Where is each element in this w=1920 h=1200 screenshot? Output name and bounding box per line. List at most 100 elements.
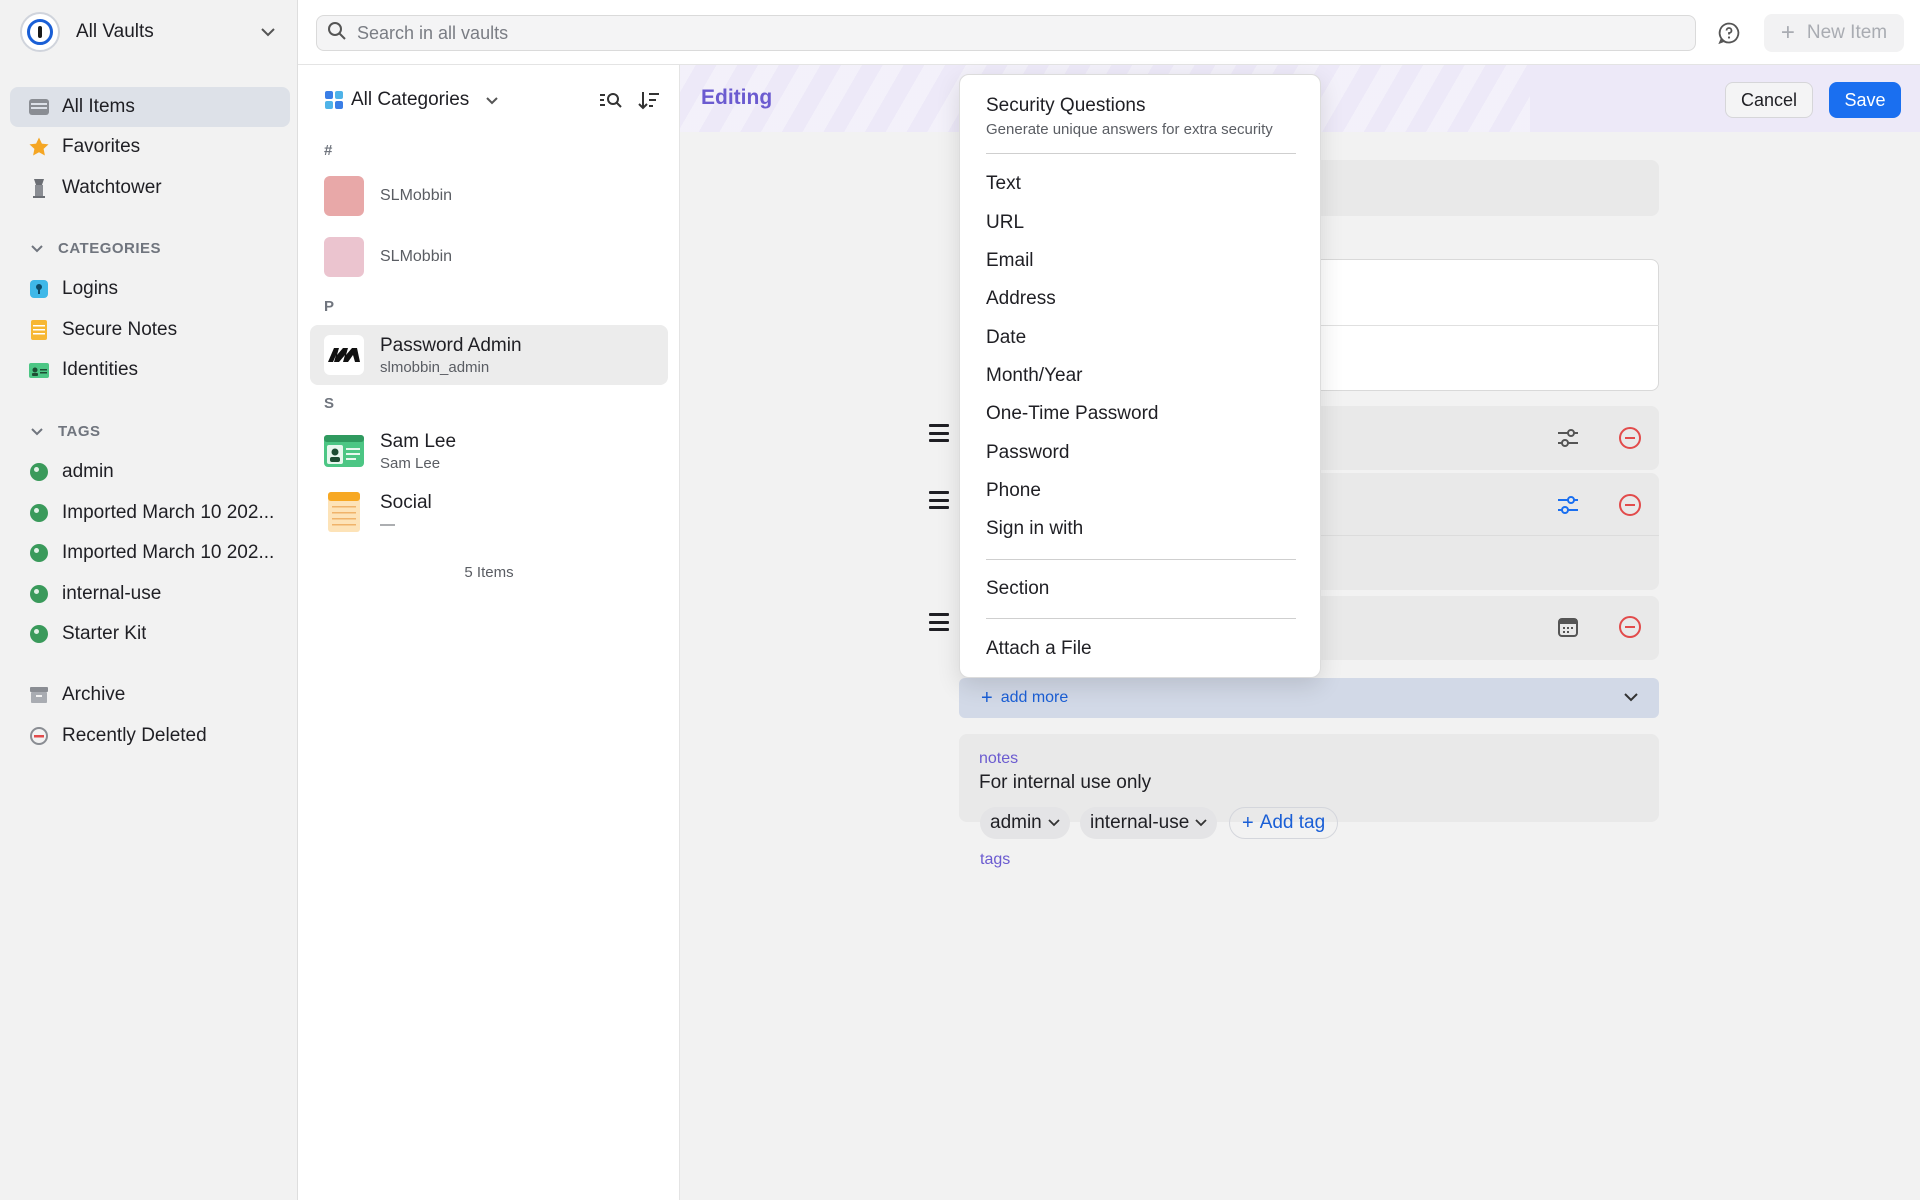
sidebar-item-label: Imported March 10 202...: [62, 542, 275, 563]
menu-item-section[interactable]: Section: [986, 578, 1049, 600]
category-filter-dropdown[interactable]: All Categories: [325, 86, 499, 114]
list-item[interactable]: SLMobbin: [310, 166, 668, 226]
menu-item-security-questions[interactable]: Security Questions Generate unique answe…: [986, 95, 1273, 138]
sidebar-item-tag-starter-kit[interactable]: Starter Kit: [10, 614, 290, 654]
sidebar-item-logins[interactable]: Logins: [10, 269, 290, 309]
menu-item-attach-file[interactable]: Attach a File: [986, 638, 1092, 660]
add-tag-button[interactable]: + Add tag: [1229, 807, 1339, 839]
vault-name: All Vaults: [76, 21, 154, 42]
cancel-button[interactable]: Cancel: [1725, 82, 1813, 118]
sidebar-item-archive[interactable]: Archive: [10, 675, 290, 715]
categories-grid-icon: [325, 91, 343, 109]
remove-field-button[interactable]: [1619, 616, 1641, 638]
search-input[interactable]: [357, 22, 1657, 44]
menu-item-date[interactable]: Date: [986, 327, 1026, 349]
recently-deleted-icon: [28, 725, 50, 747]
tag-chip-internal-use[interactable]: internal-use: [1080, 807, 1218, 839]
menu-item-sign-in-with[interactable]: Sign in with: [986, 518, 1083, 540]
menu-item-password[interactable]: Password: [986, 442, 1069, 464]
tag-icon: [28, 583, 50, 605]
sidebar-item-tag-internal-use[interactable]: internal-use: [10, 574, 290, 614]
sort-button[interactable]: [634, 85, 664, 115]
item-thumbnail: [324, 176, 364, 216]
list-item[interactable]: Sam Lee Sam Lee: [310, 421, 668, 481]
item-thumbnail: [324, 237, 364, 277]
drag-handle-icon[interactable]: [929, 491, 949, 509]
menu-item-one-time-password[interactable]: One-Time Password: [986, 403, 1158, 425]
section-heading-label: TAGS: [58, 422, 101, 440]
drag-handle-icon[interactable]: [929, 424, 949, 442]
new-item-button[interactable]: + New Item: [1764, 14, 1904, 52]
archive-box-icon: [28, 684, 50, 706]
item-subtitle: slmobbin_admin: [380, 358, 490, 376]
mobbin-logo-icon: [324, 335, 364, 375]
menu-item-phone[interactable]: Phone: [986, 480, 1041, 502]
calendar-icon: [1558, 618, 1578, 637]
editing-label: Editing: [701, 86, 773, 109]
help-question-icon: [1718, 22, 1740, 45]
sidebar-item-tag-admin[interactable]: admin: [10, 452, 290, 492]
remove-field-button[interactable]: [1619, 427, 1641, 449]
tag-chip-label: internal-use: [1090, 812, 1190, 833]
menu-divider: [986, 618, 1296, 619]
tag-chip-admin[interactable]: admin: [980, 807, 1070, 839]
search-bar[interactable]: [316, 15, 1696, 51]
list-item[interactable]: Password Admin slmobbin_admin: [310, 325, 668, 385]
add-more-button[interactable]: + add more: [959, 678, 1659, 718]
categories-heading[interactable]: CATEGORIES: [30, 236, 161, 260]
tags-label: tags: [980, 851, 1011, 868]
help-button[interactable]: [1714, 18, 1744, 48]
field-settings-button[interactable]: [1555, 492, 1581, 518]
menu-item-email[interactable]: Email: [986, 250, 1034, 272]
menu-item-url[interactable]: URL: [986, 212, 1024, 234]
sidebar-item-tag-imported-2[interactable]: Imported March 10 202...: [10, 533, 290, 573]
chevron-down-icon: [30, 427, 44, 436]
filter-search-button[interactable]: [596, 85, 626, 115]
sliders-icon: [1558, 429, 1578, 447]
field-settings-button[interactable]: [1555, 425, 1581, 451]
secure-note-icon: [28, 319, 50, 341]
menu-item-month-year[interactable]: Month/Year: [986, 365, 1082, 387]
list-item[interactable]: SLMobbin: [310, 227, 668, 287]
sidebar-item-watchtower[interactable]: Watchtower: [10, 168, 290, 208]
chevron-down-icon: [1195, 819, 1207, 827]
filter-search-icon: [600, 93, 622, 108]
tag-icon: [28, 502, 50, 524]
sidebar-item-favorites[interactable]: Favorites: [10, 127, 290, 167]
sidebar-item-all-items[interactable]: All Items: [10, 87, 290, 127]
sidebar-item-tag-imported-1[interactable]: Imported March 10 202...: [10, 493, 290, 533]
chevron-down-icon: [30, 244, 44, 253]
drag-handle-icon[interactable]: [929, 613, 949, 631]
remove-field-button[interactable]: [1619, 494, 1641, 516]
star-icon: [28, 136, 50, 158]
watchtower-icon: [28, 177, 50, 199]
list-item[interactable]: Social —: [310, 482, 668, 542]
identity-card-icon: [28, 359, 50, 381]
sidebar-item-secure-notes[interactable]: Secure Notes: [10, 310, 290, 350]
vault-switcher[interactable]: All Vaults: [20, 12, 278, 52]
category-filter-label: All Categories: [351, 89, 470, 110]
notes-value: For internal use only: [979, 772, 1152, 793]
menu-divider: [986, 153, 1296, 154]
sidebar: All Vaults All Items Favorites Watchtowe…: [0, 0, 298, 1200]
date-picker-button[interactable]: [1555, 614, 1581, 640]
save-button[interactable]: Save: [1829, 82, 1901, 118]
section-heading-label: CATEGORIES: [58, 239, 162, 257]
item-title: SLMobbin: [380, 248, 453, 265]
item-count: 5 Items: [464, 564, 514, 581]
menu-item-address[interactable]: Address: [986, 288, 1056, 310]
sidebar-item-recently-deleted[interactable]: Recently Deleted: [10, 716, 290, 756]
secure-note-icon: [324, 492, 364, 532]
new-item-label: New Item: [1806, 22, 1888, 43]
sidebar-item-label: Starter Kit: [62, 623, 147, 644]
sidebar-item-label: Secure Notes: [62, 319, 178, 340]
search-icon: [327, 21, 347, 46]
tags-heading[interactable]: TAGS: [30, 419, 101, 443]
sidebar-item-label: Archive: [62, 684, 126, 705]
menu-item-text[interactable]: Text: [986, 173, 1021, 195]
all-items-icon: [28, 96, 50, 118]
chevron-down-icon: [258, 22, 278, 42]
chevron-down-icon: [485, 96, 499, 105]
sidebar-item-identities[interactable]: Identities: [10, 350, 290, 390]
sliders-icon: [1558, 496, 1578, 514]
